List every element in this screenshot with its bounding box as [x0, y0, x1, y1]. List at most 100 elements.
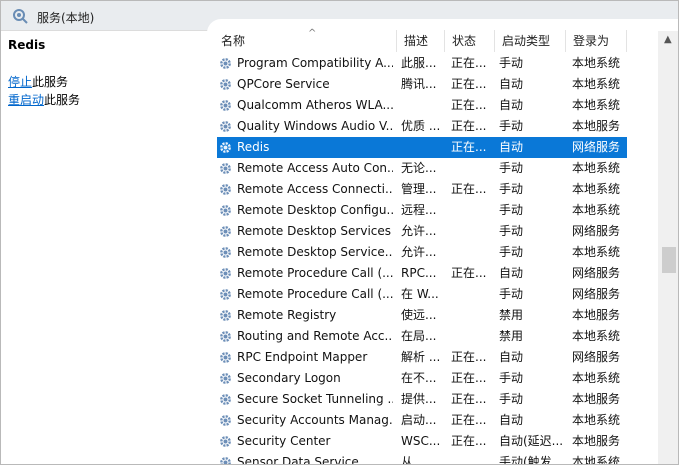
stop-link[interactable]: 停止 [8, 75, 32, 89]
logon-as-cell: 网络服务 [572, 266, 621, 280]
startup-type-cell: 手动(触发... [499, 455, 564, 465]
service-name-cell: Remote Desktop Services [237, 224, 392, 238]
service-name-cell: Redis [237, 140, 270, 154]
logon-as-cell: 本地系统 [572, 203, 621, 217]
description-cell: 无论... [401, 161, 437, 175]
table-row[interactable]: Remote Access Connecti... 管理... 正在... 手动 本地系… [217, 179, 627, 200]
service-gear-icon [220, 79, 231, 90]
description-cell: 此服... [401, 56, 437, 70]
table-row[interactable]: Redis 正在... 自动 网络服务 [217, 137, 627, 158]
description-cell: 提供... [401, 392, 437, 406]
vertical-scrollbar[interactable]: ▲ [658, 31, 678, 464]
table-row[interactable]: Security Center WSC... 正在... 自动(延迟... 本地服务 [217, 431, 627, 452]
logon-as-cell: 本地系统 [572, 77, 621, 91]
logon-as-cell: 本地服务 [572, 119, 621, 133]
services-table-body: Program Compatibility A... 此服... 正在... 手动 本地… [207, 53, 659, 465]
service-name-cell: Quality Windows Audio V... [237, 119, 393, 133]
status-cell: 正在... [451, 266, 487, 280]
table-row[interactable]: RPC Endpoint Mapper 解析 ... 正在... 自动 网络服务 [217, 347, 627, 368]
column-header-description[interactable]: 描述 [397, 30, 445, 52]
table-row[interactable]: Quality Windows Audio V... 优质 ... 正在... 手动 本… [217, 116, 627, 137]
status-cell: 正在... [451, 56, 487, 70]
logon-as-cell: 本地系统 [572, 161, 621, 175]
startup-type-cell: 自动(延迟... [499, 434, 564, 448]
status-cell: 正在... [451, 392, 487, 406]
startup-type-cell: 自动 [499, 77, 524, 91]
service-gear-icon [220, 142, 231, 153]
table-row[interactable]: Remote Desktop Configu... 远程... 手动 本地系统 [217, 200, 627, 221]
column-header-name-label: 名称 [221, 34, 246, 48]
startup-type-cell: 手动 [499, 287, 524, 301]
service-gear-icon [220, 289, 231, 300]
service-gear-icon [220, 268, 231, 279]
service-gear-icon [220, 373, 231, 384]
startup-type-cell: 自动 [499, 350, 524, 364]
service-gear-icon [220, 226, 231, 237]
column-header-logon-as[interactable]: 登录为 [566, 30, 627, 52]
logon-as-cell: 本地系统 [572, 182, 621, 196]
startup-type-cell: 手动 [499, 371, 524, 385]
table-row[interactable]: Secondary Logon 在不... 正在... 手动 本地系统 [217, 368, 627, 389]
services-gear-icon [13, 9, 28, 24]
status-cell: 正在... [451, 119, 487, 133]
startup-type-cell: 禁用 [499, 329, 524, 343]
description-cell: RPC... [401, 266, 437, 280]
service-gear-icon [220, 163, 231, 174]
service-name-cell: Security Accounts Manag... [237, 413, 393, 427]
status-cell: 正在... [451, 77, 487, 91]
service-name-cell: Remote Access Auto Con... [237, 161, 393, 175]
table-row[interactable]: Remote Access Auto Con... 无论... 手动 本地系统 [217, 158, 627, 179]
description-cell: 在局... [401, 329, 437, 343]
startup-type-cell: 禁用 [499, 308, 524, 322]
table-row[interactable]: Remote Procedure Call (... 在 W... 手动 网络服务 [217, 284, 627, 305]
restart-service-action: 重启动此服务 [8, 91, 80, 108]
table-row[interactable]: Remote Desktop Services 允许... 手动 网络服务 [217, 221, 627, 242]
table-row[interactable]: Remote Procedure Call (... RPC... 正在... 自动 网… [217, 263, 627, 284]
description-cell: 从... [401, 455, 425, 465]
table-row[interactable]: Routing and Remote Acc... 在局... 禁用 本地系统 [217, 326, 627, 347]
column-header-name[interactable]: ^ 名称 [214, 28, 397, 52]
service-gear-icon [220, 247, 231, 258]
service-name-cell: Routing and Remote Acc... [237, 329, 393, 343]
logon-as-cell: 本地系统 [572, 329, 621, 343]
startup-type-cell: 自动 [499, 413, 524, 427]
sort-up-icon: ^ [308, 28, 317, 39]
scroll-up-arrow-icon[interactable]: ▲ [664, 34, 672, 45]
startup-type-cell: 手动 [499, 245, 524, 259]
scroll-thumb[interactable] [662, 247, 676, 273]
table-row[interactable]: Security Accounts Manag... 启动... 正在... 自动 本地… [217, 410, 627, 431]
service-name-cell: Secure Socket Tunneling ... [237, 392, 393, 406]
stop-suffix: 此服务 [32, 75, 69, 89]
logon-as-cell: 本地服务 [572, 434, 621, 448]
table-row[interactable]: Sensor Data Service 从... 手动(触发... 本地系统 [217, 452, 627, 465]
description-cell: 启动... [401, 413, 437, 427]
service-name-cell: Security Center [237, 434, 331, 448]
startup-type-cell: 手动 [499, 161, 524, 175]
description-cell: 允许... [401, 224, 437, 238]
restart-link[interactable]: 重启动 [8, 93, 44, 107]
table-row[interactable]: Qualcomm Atheros WLA... 正在... 自动 本地系统 [217, 95, 627, 116]
column-header-status[interactable]: 状态 [445, 30, 495, 52]
services-list-pane: ^ 名称 描述 状态 启动类型 登录为 Program Compatibilit… [207, 19, 678, 465]
table-row[interactable]: Secure Socket Tunneling ... 提供... 正在... 手动 本… [217, 389, 627, 410]
table-row[interactable]: QPCore Service 腾讯... 正在... 自动 本地系统 [217, 74, 627, 95]
startup-type-cell: 手动 [499, 56, 524, 70]
description-cell: 允许... [401, 245, 437, 259]
restart-suffix: 此服务 [44, 93, 81, 107]
description-cell: 在不... [401, 371, 437, 385]
service-gear-icon [220, 352, 231, 363]
logon-as-cell: 本地服务 [572, 308, 621, 322]
service-name-cell: Remote Registry [237, 308, 337, 322]
status-cell: 正在... [451, 98, 487, 112]
logon-as-cell: 本地系统 [572, 413, 621, 427]
service-name-cell: Secondary Logon [237, 371, 341, 385]
logon-as-cell: 网络服务 [572, 224, 621, 238]
stop-service-action: 停止此服务 [8, 73, 68, 90]
table-row[interactable]: Remote Desktop Service... 允许... 手动 本地系统 [217, 242, 627, 263]
table-row[interactable]: Program Compatibility A... 此服... 正在... 手动 本地… [217, 53, 627, 74]
status-cell: 正在... [451, 350, 487, 364]
table-row[interactable]: Remote Registry 使远... 禁用 本地服务 [217, 305, 627, 326]
column-header-startup-type[interactable]: 启动类型 [495, 30, 566, 52]
status-cell: 正在... [451, 140, 487, 154]
service-gear-icon [220, 121, 231, 132]
